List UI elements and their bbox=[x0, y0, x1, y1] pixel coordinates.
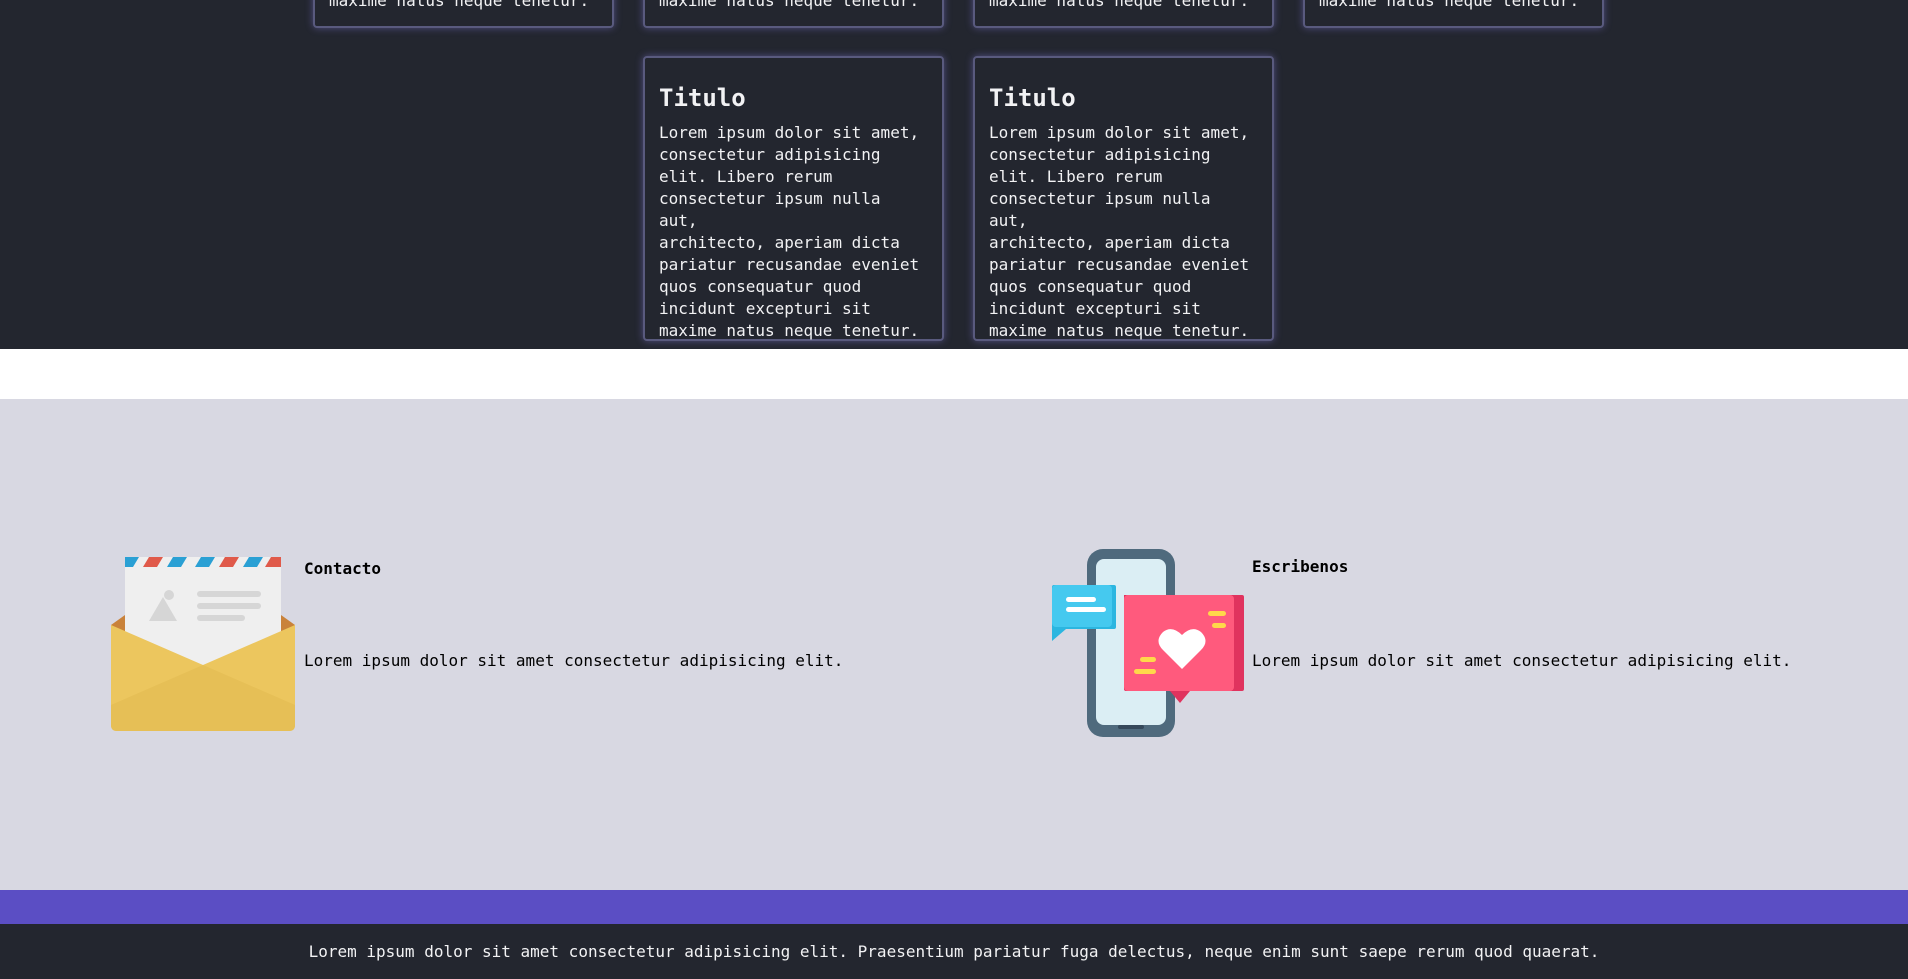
card: Titulo Lorem ipsum dolor sit amet, conse… bbox=[643, 56, 944, 341]
card: Titulo Lorem ipsum dolor sit amet, conse… bbox=[973, 56, 1274, 341]
footer-text: Lorem ipsum dolor sit amet consectetur a… bbox=[308, 942, 1600, 961]
contact-title: Escribenos bbox=[1252, 557, 1349, 576]
cards-section: maxime natus neque tenetur. maxime natus… bbox=[0, 0, 1908, 349]
accent-bar bbox=[0, 890, 1908, 924]
card-text: maxime natus neque tenetur. bbox=[989, 0, 1250, 10]
card-body: Lorem ipsum dolor sit amet, consectetur … bbox=[659, 123, 920, 340]
card-text: maxime natus neque tenetur. bbox=[329, 0, 590, 10]
contact-title: Contacto bbox=[304, 559, 382, 578]
card: maxime natus neque tenetur. bbox=[973, 0, 1274, 28]
card-title: Titulo bbox=[659, 84, 746, 112]
card-title: Titulo bbox=[989, 84, 1076, 112]
card-body: Lorem ipsum dolor sit amet, consectetur … bbox=[989, 123, 1250, 340]
card-text: maxime natus neque tenetur. bbox=[1319, 0, 1580, 10]
card: maxime natus neque tenetur. bbox=[313, 0, 614, 28]
envelope-icon bbox=[111, 557, 295, 731]
contact-text: Lorem ipsum dolor sit amet consectetur a… bbox=[1252, 651, 1792, 670]
card: maxime natus neque tenetur. bbox=[643, 0, 944, 28]
card: maxime natus neque tenetur. bbox=[1303, 0, 1604, 28]
phone-chat-icon bbox=[1052, 549, 1244, 737]
contact-text: Lorem ipsum dolor sit amet consectetur a… bbox=[304, 651, 844, 670]
footer: Lorem ipsum dolor sit amet consectetur a… bbox=[0, 924, 1908, 979]
contact-section: Contacto Lorem ipsum dolor sit amet cons… bbox=[0, 399, 1908, 890]
card-text: maxime natus neque tenetur. bbox=[659, 0, 920, 10]
